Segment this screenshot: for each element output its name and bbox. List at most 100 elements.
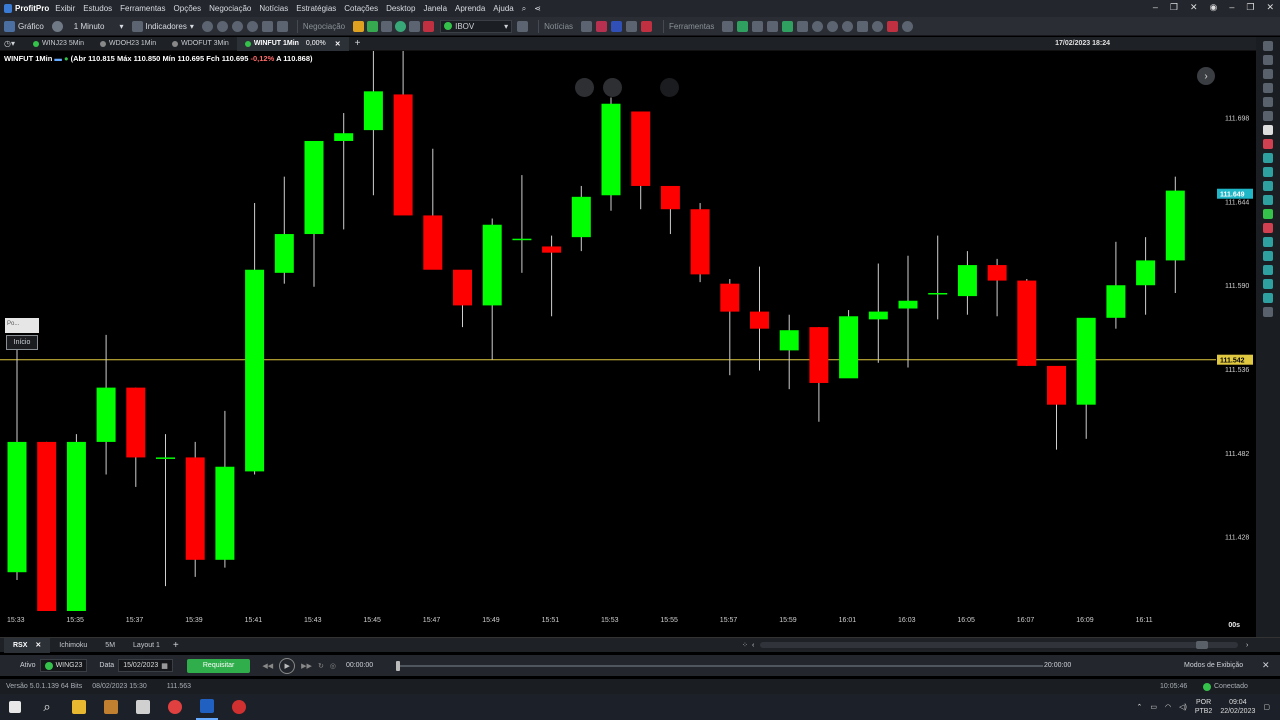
measure-icon[interactable] (1263, 293, 1273, 303)
alert-icon[interactable] (423, 20, 435, 32)
channel-icon[interactable] (1263, 195, 1273, 205)
menu-janela[interactable]: Janela (423, 4, 447, 13)
fibonacci-icon[interactable] (1263, 279, 1273, 289)
magnet-icon[interactable] (1263, 139, 1273, 149)
start-icon[interactable] (4, 694, 26, 720)
search-icon[interactable]: ⌕ (36, 694, 58, 720)
replay-track[interactable] (398, 665, 1043, 667)
date-field[interactable]: 15/02/2023 ▦ (118, 659, 173, 672)
search-icon[interactable]: ⌕ (522, 4, 526, 14)
tool-clock-icon[interactable] (842, 20, 854, 32)
tab-wdoh23-1min[interactable]: WDOH23 1Min (92, 37, 164, 51)
tool-bars-icon[interactable] (782, 20, 794, 32)
candlestick-chart[interactable]: 111.698 111.644 111.590 111.536 111.482 111.4… (0, 51, 1254, 636)
close-icon[interactable]: ✕ (1190, 2, 1198, 13)
video-icon[interactable] (641, 20, 653, 32)
positions-icon[interactable] (409, 20, 421, 32)
add-tab-icon[interactable]: + (173, 640, 179, 651)
language-indicator[interactable]: POR PTB2 (1195, 698, 1213, 716)
start-button[interactable]: Início (6, 335, 38, 350)
tab-winfut-1min[interactable]: WINFUT 1Min 0,00% ✕ (236, 36, 349, 51)
menu-estudos[interactable]: Estudos (83, 4, 112, 13)
zoom-out-icon[interactable] (216, 20, 228, 32)
rewind-icon[interactable]: ◀◀ (262, 662, 273, 670)
tab-layout-1[interactable]: Layout 1 (124, 638, 169, 653)
menu-noticias[interactable]: Notícias (259, 4, 288, 13)
tray-chevron-icon[interactable]: ⌃ (1136, 703, 1142, 711)
menu-cotacoes[interactable]: Cotações (344, 4, 378, 13)
speed-icon[interactable]: ◎ (330, 662, 336, 670)
order-icon[interactable] (353, 20, 365, 32)
newspaper-icon[interactable] (626, 20, 638, 32)
list-icon[interactable] (517, 20, 529, 32)
crosshair-icon[interactable] (1263, 69, 1273, 79)
zoom-fit-icon[interactable] (231, 20, 243, 32)
scroll-right-icon[interactable]: › (1246, 642, 1248, 649)
tab-wdofut-3min[interactable]: WDOFUT 3Min (164, 37, 237, 51)
close-window-icon[interactable]: ✕ (1266, 2, 1274, 13)
menu-ferramentas[interactable]: Ferramentas (120, 4, 165, 13)
tab-close-icon[interactable]: ✕ (335, 40, 341, 48)
text-tool-icon[interactable] (1263, 237, 1273, 247)
menu-negociacao[interactable]: Negociação (209, 4, 251, 13)
file-explorer-icon[interactable] (68, 694, 90, 720)
close-icon[interactable]: ✕ (1262, 660, 1270, 671)
rectangle-icon[interactable] (1263, 265, 1273, 275)
settings-icon[interactable] (1263, 307, 1273, 317)
paint-icon[interactable] (132, 694, 154, 720)
tool-layers-icon[interactable] (797, 20, 809, 32)
minimize-icon[interactable]: – (1153, 2, 1158, 13)
asset-field[interactable]: WING23 (39, 659, 88, 672)
scrollbar[interactable] (760, 642, 1238, 648)
tv-icon[interactable] (611, 20, 623, 32)
text-icon[interactable] (1263, 125, 1273, 135)
scroll-thumb[interactable] (1196, 641, 1208, 649)
fill-icon[interactable] (1263, 111, 1273, 121)
wifi-icon[interactable]: ◠ (1165, 703, 1171, 711)
menu-ajuda[interactable]: Ajuda (493, 4, 513, 13)
tool-table-icon[interactable] (752, 20, 764, 32)
zoom-in-icon[interactable] (201, 20, 213, 32)
maximize-window-icon[interactable]: ❐ (1246, 2, 1254, 13)
display-modes-select[interactable]: Modos de Exibição (1184, 662, 1243, 669)
buy-arrow-icon[interactable] (1263, 209, 1273, 219)
scroll-handle-icon[interactable]: ⁘ (742, 641, 748, 649)
chart-app-icon[interactable] (228, 694, 250, 720)
network-icon[interactable]: ▭ (1150, 703, 1157, 711)
overlay-next-button[interactable] (660, 78, 679, 97)
cursor-icon[interactable] (1263, 41, 1273, 51)
replay-thumb[interactable] (396, 661, 400, 671)
trend-icon[interactable] (1263, 251, 1273, 261)
hand-icon[interactable] (1263, 55, 1273, 65)
tool-calendar-icon[interactable] (767, 20, 779, 32)
chart-button[interactable]: Gráfico (4, 20, 44, 32)
book-icon[interactable] (381, 20, 393, 32)
play-icon[interactable]: ▶ (279, 657, 296, 674)
tab-winj23-5min[interactable]: WINJ23 5Min (25, 37, 92, 51)
layout-menu-icon[interactable]: ◷▾ (4, 39, 15, 48)
news-icon[interactable] (581, 20, 593, 32)
tab-5m[interactable]: 5M (96, 638, 124, 653)
line-icon[interactable] (1263, 153, 1273, 163)
notifications-icon[interactable]: ▢ (1263, 703, 1270, 711)
forward-icon[interactable]: ▶▶ (301, 662, 312, 670)
ray-icon[interactable] (1263, 167, 1273, 177)
indicators-button[interactable]: Indicadores ▾ (131, 20, 194, 32)
app-icon[interactable] (100, 694, 122, 720)
scroll-left-icon[interactable]: ‹ (752, 642, 754, 649)
sell-arrow-icon[interactable] (1263, 223, 1273, 233)
menu-aprenda[interactable]: Aprenda (455, 4, 485, 13)
tool-target-icon[interactable] (812, 20, 824, 32)
globe-icon[interactable] (395, 20, 407, 32)
stop-icon[interactable] (887, 20, 899, 32)
tab-rsx[interactable]: RSX ✕ (4, 637, 51, 653)
tool-grid-icon[interactable] (722, 20, 734, 32)
tool-arrows-icon[interactable] (737, 20, 749, 32)
tool-refresh-icon[interactable] (827, 20, 839, 32)
volume-icon[interactable]: ◁) (1179, 703, 1187, 711)
share-icon[interactable]: ⋖ (534, 4, 541, 13)
menu-estrategias[interactable]: Estratégias (296, 4, 336, 13)
profit-taskbar-icon[interactable] (196, 694, 218, 720)
position-box[interactable]: Po... (5, 318, 39, 333)
palette-icon[interactable] (1263, 97, 1273, 107)
